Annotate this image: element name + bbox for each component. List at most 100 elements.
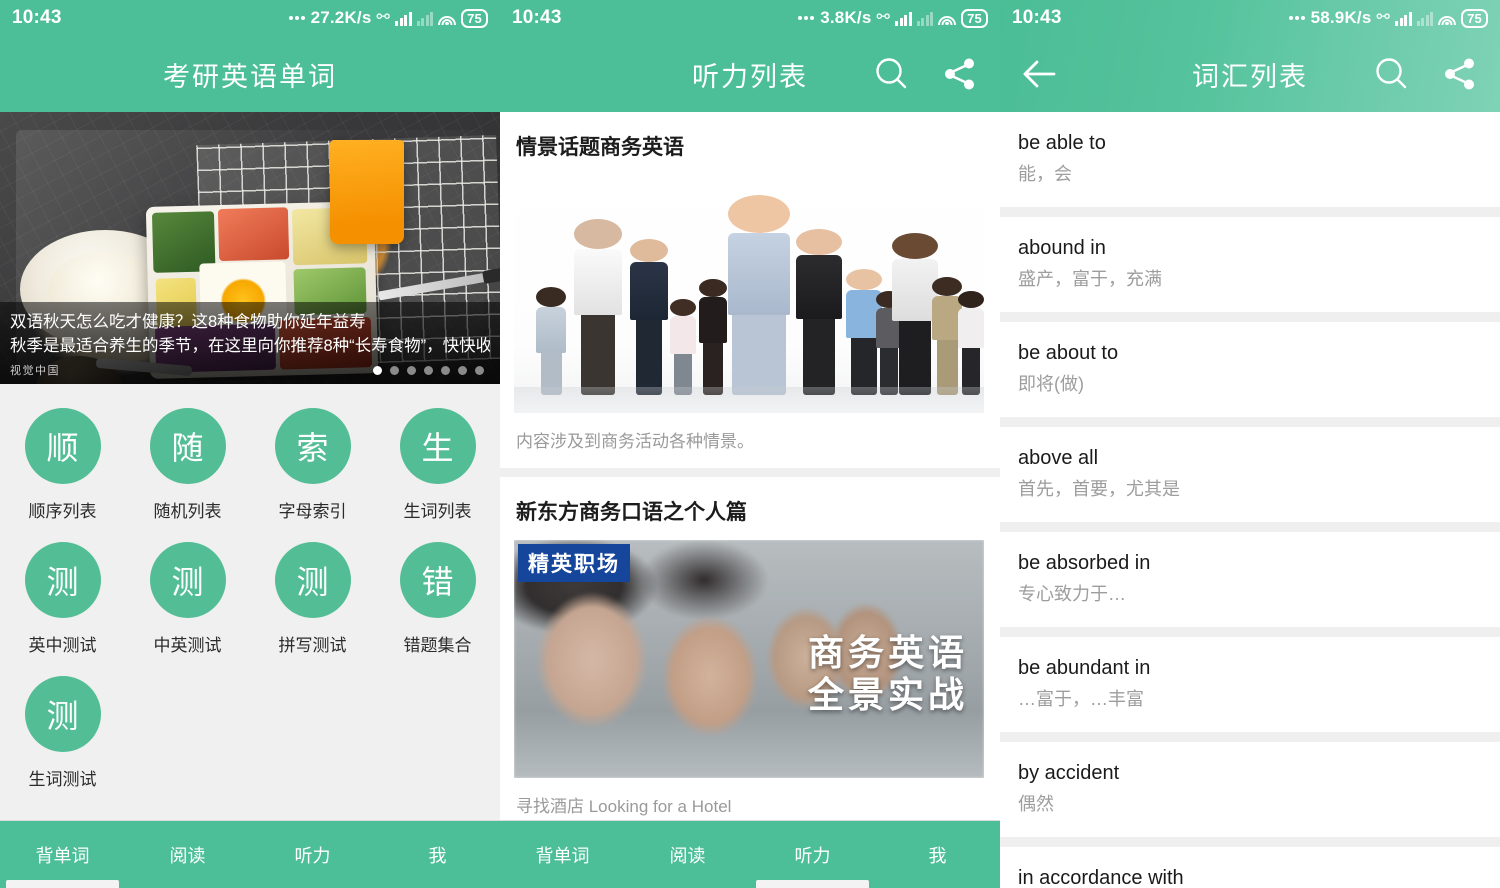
tab-label: 背单词	[535, 845, 590, 866]
list-divider	[1000, 417, 1500, 427]
vocab-term: by accident	[1018, 762, 1120, 784]
battery-badge: 75	[961, 8, 988, 28]
share-icon[interactable]	[1440, 54, 1480, 94]
panel2-header: 10:43 3.8K/s ⚯ 75 听力列表	[500, 0, 1000, 112]
panel1-header: 10:43 27.2K/s ⚯ 75 考研英语单词	[0, 0, 500, 112]
status-time: 10:43	[512, 7, 562, 28]
grid-item-shengcitest[interactable]: 测 生词测试	[0, 668, 125, 802]
grid-item-yingzhong[interactable]: 测 英中测试	[0, 534, 125, 668]
status-bar: 10:43 58.9K/s ⚯ 75	[1000, 0, 1500, 36]
feature-grid: 顺 顺序列表 随 随机列表 索 字母索引 生 生词列表 测 英中测试 测 中英测…	[0, 384, 500, 802]
tab-wo[interactable]: 我	[875, 821, 1000, 888]
tab-beidanci[interactable]: 背单词	[0, 821, 125, 888]
grid-label: 字母索引	[278, 502, 347, 521]
banner-carousel[interactable]: 双语秋天怎么吃才健康？这8种食物助你延年益寿 秋季是最适合养生的季节，在这里向你…	[0, 112, 500, 384]
card-title: 新东方商务口语之个人篇	[516, 501, 747, 524]
network-speed: 3.8K/s	[820, 8, 872, 27]
network-speed: 58.9K/s	[1310, 8, 1372, 27]
three-panel-screenshot: 10:43 27.2K/s ⚯ 75 考研英语单词 双语秋天怎么吃才健康？这8种…	[0, 0, 1500, 888]
grid-label: 生词测试	[28, 770, 97, 789]
vocab-row[interactable]: by accident 偶然	[1000, 742, 1500, 837]
listening-card[interactable]: 新东方商务口语之个人篇 精英职场 商务英语 全景实战 寻找酒店 Looking …	[500, 477, 1000, 833]
signal-bars-icon	[395, 10, 412, 26]
vocab-row[interactable]: above all 首先，首要，尤其是	[1000, 427, 1500, 522]
bluetooth-icon: ⚯	[1376, 9, 1391, 26]
grid-item-cuoti[interactable]: 错 错题集合	[375, 534, 500, 668]
grid-label: 生词列表	[403, 502, 472, 521]
tab-wo[interactable]: 我	[375, 821, 500, 888]
grid-icon-zhongying: 测	[149, 542, 226, 618]
panel-vocab-list: 10:43 58.9K/s ⚯ 75 词汇列表 be able to 能，会 a…	[1000, 0, 1500, 888]
tab-tingli[interactable]: 听力	[250, 821, 375, 888]
carousel-title: 双语秋天怎么吃才健康？这8种食物助你延年益寿	[10, 313, 366, 331]
card-image-business-group	[514, 175, 984, 413]
tab-tingli[interactable]: 听力	[750, 821, 875, 888]
grid-label: 英中测试	[28, 636, 97, 655]
grid-icon-shunxu: 顺	[24, 408, 101, 484]
bluetooth-icon: ⚯	[876, 9, 891, 26]
vocab-definition: 即将(做)	[1018, 374, 1084, 394]
grid-label: 中英测试	[153, 636, 222, 655]
vocabulary-list[interactable]: be able to 能，会 abound in 盛产，富于，充满 be abo…	[1000, 112, 1500, 888]
tab-beidanci[interactable]: 背单词	[500, 821, 625, 888]
grid-item-shengcilist[interactable]: 生 生词列表	[375, 400, 500, 534]
photo-watermark: 视觉中国	[10, 365, 60, 377]
tab-label: 听力	[294, 845, 331, 866]
vocab-term: be abundant in	[1018, 657, 1151, 679]
vocab-row[interactable]: abound in 盛产，富于，充满	[1000, 217, 1500, 312]
carousel-dots[interactable]	[373, 365, 490, 375]
vocab-definition: 能，会	[1018, 164, 1072, 184]
network-activity-dots-icon	[288, 16, 305, 20]
list-divider	[1000, 627, 1500, 637]
vocab-row[interactable]: be able to 能，会	[1000, 112, 1500, 207]
listening-card-list: 情景话题商务英语 内容涉及到商务活动各种情景。 新东方商务口语之个人篇 精英职场…	[500, 112, 1000, 888]
search-icon[interactable]	[872, 54, 912, 94]
vocab-definition: …富于，…丰富	[1018, 689, 1144, 709]
list-divider	[1000, 522, 1500, 532]
tab-yuedu[interactable]: 阅读	[625, 821, 750, 888]
grid-label: 顺序列表	[28, 502, 97, 521]
grid-icon-pinxie: 测	[274, 542, 351, 618]
vocab-term: be able to	[1018, 132, 1106, 154]
grid-label: 错题集合	[403, 636, 472, 655]
network-activity-dots-icon	[1288, 16, 1305, 20]
listening-card[interactable]: 情景话题商务英语 内容涉及到商务活动各种情景。	[500, 112, 1000, 468]
vocab-row[interactable]: in accordance with 与…一致；按照，根据	[1000, 847, 1500, 888]
panel-listening-list: 10:43 3.8K/s ⚯ 75 听力列表 情景话题商务英语 内容涉及到商务活…	[500, 0, 1000, 888]
grid-item-pinxie[interactable]: 测 拼写测试	[250, 534, 375, 668]
status-bar: 10:43 3.8K/s ⚯ 75	[500, 0, 1000, 36]
vocab-term: above all	[1018, 447, 1099, 469]
card-title: 情景话题商务英语	[516, 136, 684, 159]
app-bar: 词汇列表	[1000, 36, 1500, 112]
carousel-subtitle: 秋季是最适合养生的季节，在这里向你推荐8种“长寿食物”，快快收...	[10, 337, 490, 355]
share-icon[interactable]	[940, 54, 980, 94]
tab-yuedu[interactable]: 阅读	[125, 821, 250, 888]
vocab-row[interactable]: be absorbed in 专心致力于…	[1000, 532, 1500, 627]
grid-item-zimusuoyin[interactable]: 索 字母索引	[250, 400, 375, 534]
grid-item-suiji[interactable]: 随 随机列表	[125, 400, 250, 534]
back-arrow-icon[interactable]	[1020, 54, 1060, 94]
search-icon[interactable]	[1372, 54, 1412, 94]
grid-icon-shengcitest: 测	[24, 676, 101, 752]
tab-label: 阅读	[169, 845, 206, 866]
status-bar: 10:43 27.2K/s ⚯ 75	[0, 0, 500, 36]
vocab-definition: 盛产，富于，充满	[1018, 269, 1162, 289]
vocab-row[interactable]: be about to 即将(做)	[1000, 322, 1500, 417]
vocab-definition: 偶然	[1018, 794, 1054, 814]
vocab-term: in accordance with	[1018, 867, 1184, 888]
vocab-row[interactable]: be abundant in …富于，…丰富	[1000, 637, 1500, 732]
wifi-icon	[438, 11, 457, 25]
grid-icon-shengcilist: 生	[399, 408, 476, 484]
grid-item-zhongying[interactable]: 测 中英测试	[125, 534, 250, 668]
feature-grid-row: 顺 顺序列表 随 随机列表 索 字母索引 生 生词列表	[0, 400, 500, 534]
grid-item-shunxu[interactable]: 顺 顺序列表	[0, 400, 125, 534]
tab-active-indicator	[756, 880, 869, 888]
status-time: 10:43	[1012, 7, 1062, 28]
tab-label: 我	[928, 845, 947, 866]
app-bar: 考研英语单词	[0, 36, 500, 112]
list-divider	[1000, 312, 1500, 322]
card-description: 内容涉及到商务活动各种情景。	[516, 432, 754, 451]
page-title: 词汇列表	[1192, 61, 1308, 92]
signal-bars-secondary-icon	[416, 10, 434, 26]
carousel-caption: 双语秋天怎么吃才健康？这8种食物助你延年益寿 秋季是最适合养生的季节，在这里向你…	[0, 302, 500, 384]
